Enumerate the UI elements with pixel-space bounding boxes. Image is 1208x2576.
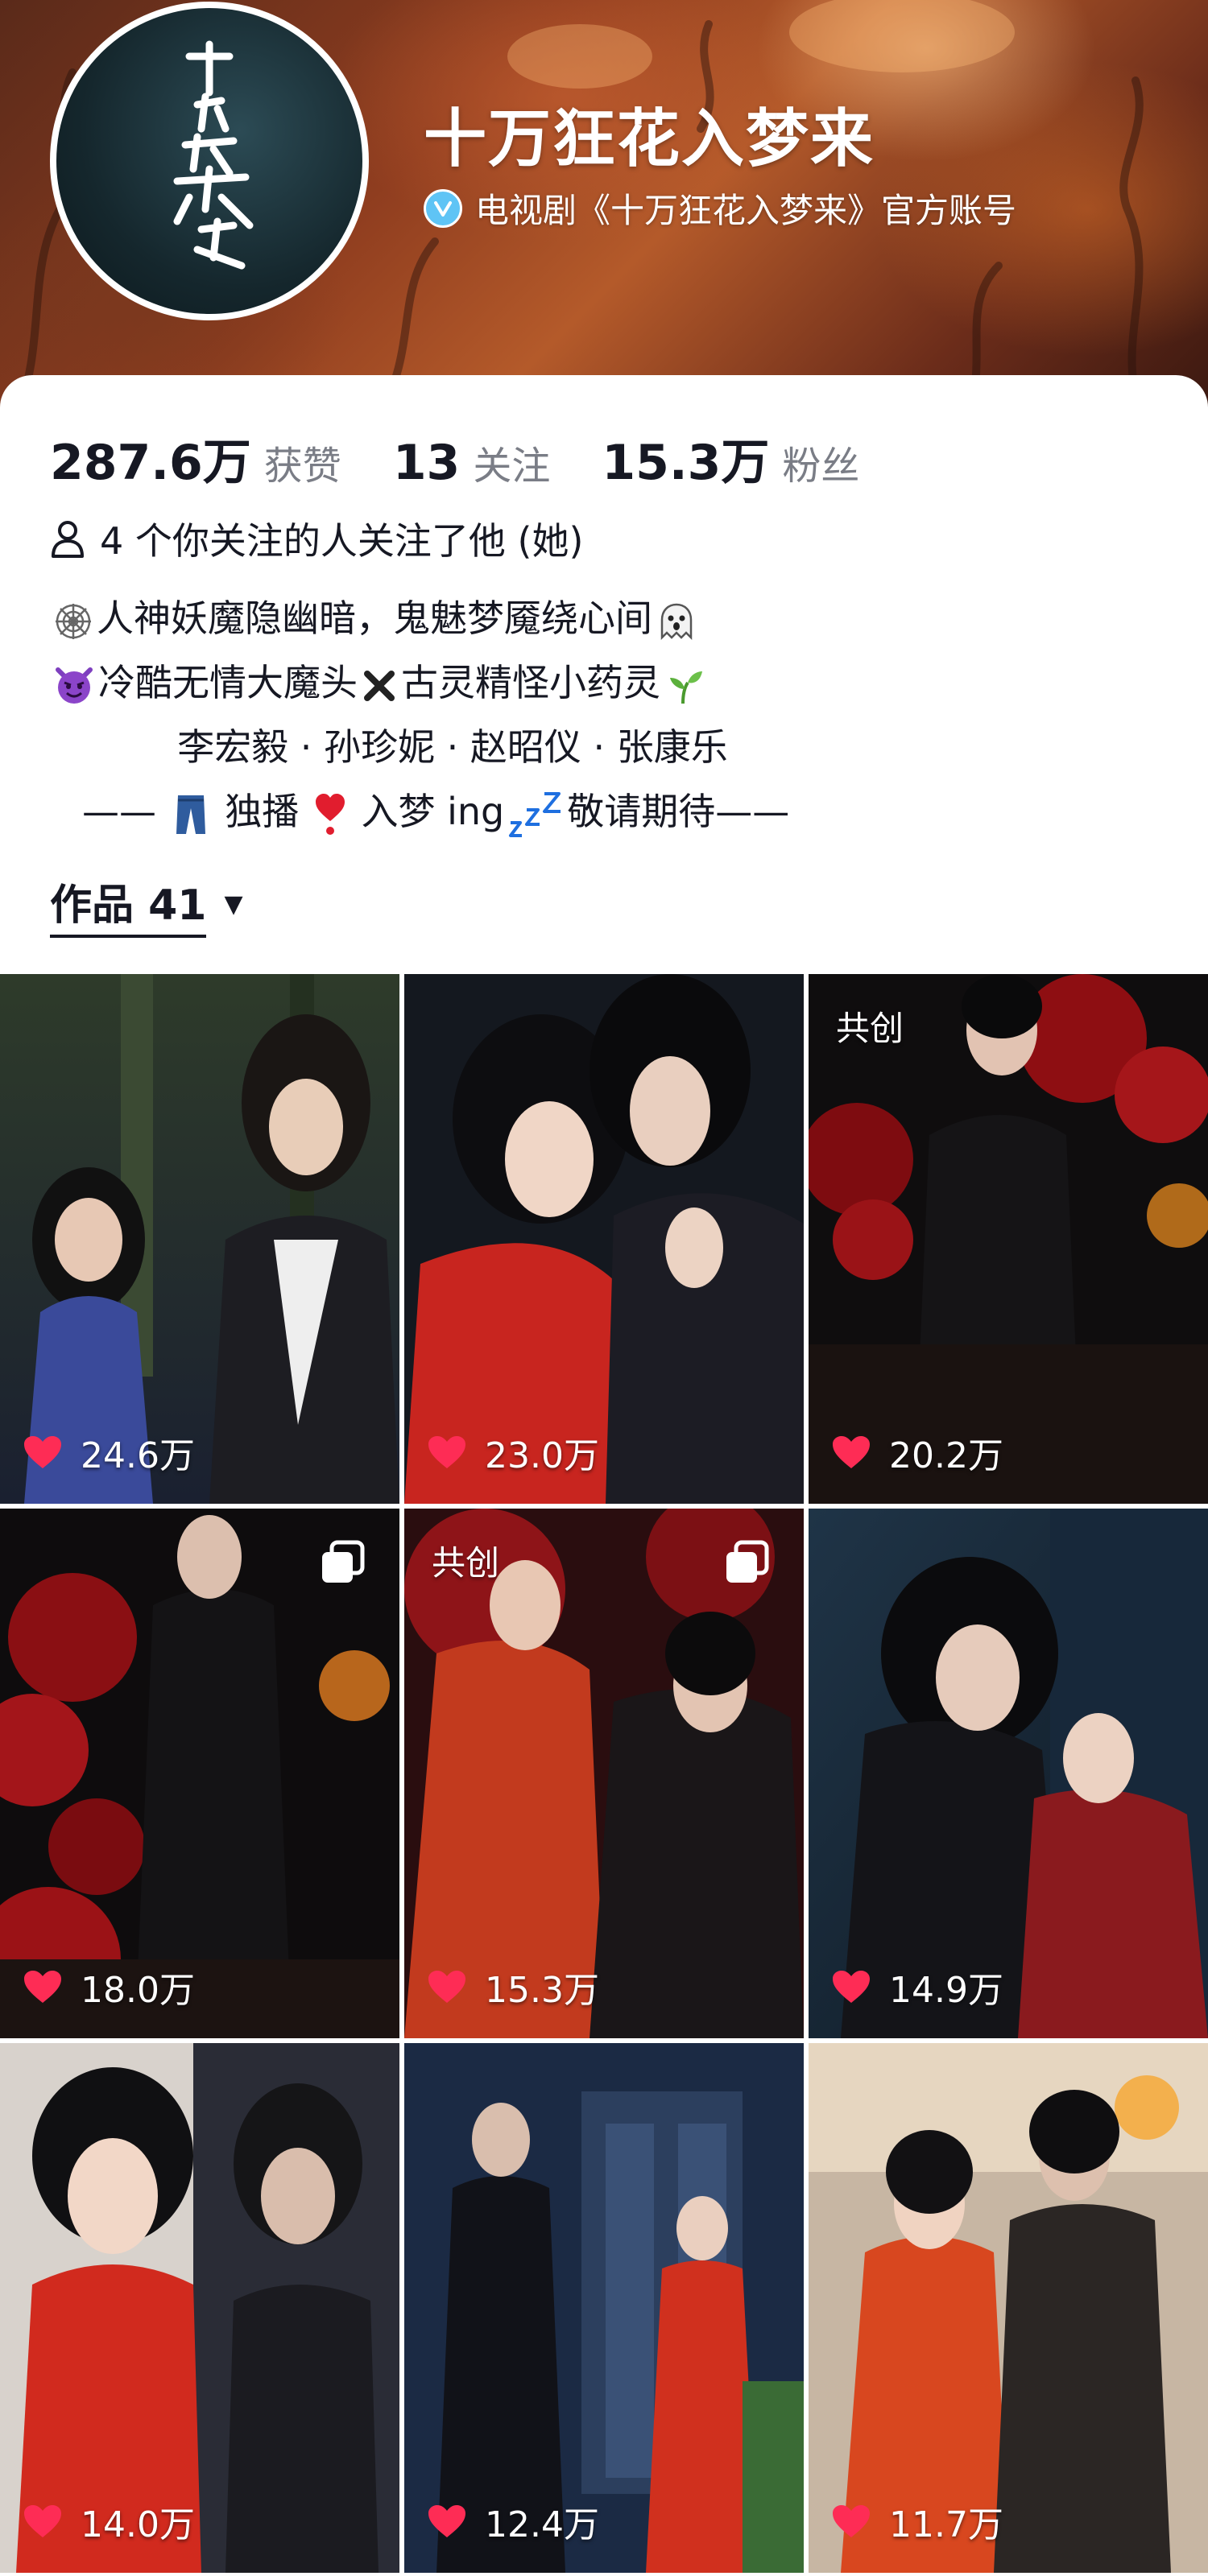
- following-label[interactable]: 关注: [473, 434, 550, 490]
- heart-icon: [428, 1436, 465, 1468]
- like-count: 12.4万: [427, 2496, 599, 2547]
- video-tile[interactable]: 14.0万: [0, 2043, 399, 2573]
- following-count[interactable]: 13: [393, 435, 461, 491]
- heart-icon: [428, 1971, 465, 2003]
- avatar[interactable]: [50, 2, 369, 320]
- video-thumbnail: [404, 2043, 804, 2573]
- like-count-text: 24.6万: [81, 1435, 195, 1476]
- co-create-tag: 共创: [432, 1543, 500, 1583]
- like-count-text: 20.2万: [889, 1435, 1003, 1476]
- verification-row: 电视剧《十万狂花入梦来》官方账号: [424, 184, 1016, 233]
- video-thumbnail: [809, 1509, 1208, 2038]
- video-tile[interactable]: 18.0万: [0, 1509, 399, 2038]
- heart-icon: [24, 2505, 61, 2537]
- spider-web-icon: [56, 603, 91, 639]
- bio-line-2a-text: 冷酷无情大魔头: [98, 661, 358, 704]
- co-create-tag: 共创: [836, 1009, 904, 1048]
- likes-count: 287.6万: [50, 435, 251, 491]
- video-thumbnail: [809, 974, 1208, 1504]
- like-count: 24.6万: [23, 1426, 195, 1478]
- like-count-text: 15.3万: [485, 1970, 599, 2011]
- multi-image-icon: [726, 1540, 769, 1583]
- account-name: 十万狂花入梦来: [424, 103, 875, 175]
- like-count: 23.0万: [427, 1426, 599, 1478]
- ghost-icon: [660, 603, 693, 640]
- multi-image-icon: [322, 1540, 365, 1583]
- like-count: 14.0万: [23, 2496, 195, 2547]
- mutual-follow-row[interactable]: 4 个你关注的人关注了他 (她): [50, 512, 583, 565]
- video-thumbnail: [0, 1509, 399, 2038]
- bio-line-2b-text: 古灵精怪小药灵: [401, 661, 660, 704]
- video-thumbnail: [809, 2043, 1208, 2573]
- like-count: 15.3万: [427, 1961, 599, 2013]
- like-count: 11.7万: [831, 2496, 1003, 2547]
- bio-line-4a-text: ——: [82, 790, 156, 833]
- like-count-text: 14.9万: [889, 1970, 1003, 2011]
- heart-icon: [24, 1436, 61, 1468]
- likes-label: 获赞: [263, 444, 341, 489]
- mutual-follow-text: 4 个你关注的人关注了他 (她): [100, 519, 584, 563]
- followers-label[interactable]: 粉丝: [782, 434, 859, 490]
- bio: 人神妖魔隐幽暗，鬼魅梦魇绕心间 冷酷无情大魔头 古灵精怪小药灵 李宏毅 · 孙珍…: [50, 586, 936, 844]
- bio-line-4d-text: 敬请期待——: [567, 790, 790, 833]
- like-count-text: 11.7万: [889, 2504, 1003, 2545]
- bio-line-4: —— 独播 入梦 ing 敬请期待——: [50, 779, 936, 844]
- devil-icon: [56, 667, 93, 704]
- heart-icon: [833, 1971, 870, 2003]
- like-count-text: 12.4万: [485, 2504, 599, 2545]
- video-thumbnail: [404, 974, 804, 1504]
- video-tile[interactable]: 24.6万: [0, 974, 399, 1504]
- person-icon: [52, 521, 84, 558]
- like-count: 20.2万: [831, 1426, 1003, 1478]
- like-count: 18.0万: [23, 1961, 195, 2013]
- video-thumbnail: [0, 2043, 399, 2573]
- profile-info-card: 287.6万 获赞 13 关注 15.3万 粉丝 4 个你关注的人关注了他 (她…: [0, 375, 1208, 987]
- like-count: 14.9万: [831, 1961, 1003, 2013]
- avatar-calligraphy: [56, 8, 362, 314]
- seedling-icon: [670, 671, 702, 704]
- video-tile[interactable]: 共创 20.2万: [809, 974, 1208, 1504]
- profile-page: 十万狂花入梦来 电视剧《十万狂花入梦来》官方账号 287.6万 获赞 13 关注…: [0, 0, 1208, 2576]
- heart-icon: [833, 2505, 870, 2537]
- profile-banner: 十万狂花入梦来 电视剧《十万狂花入梦来》官方账号: [0, 0, 1208, 419]
- sleeping-z-icon: [509, 791, 561, 837]
- jeans-icon: [176, 795, 205, 834]
- bio-line-4b-text: 独播: [225, 790, 300, 833]
- followers-count[interactable]: 15.3万: [602, 423, 769, 493]
- heart-icon: [24, 1971, 61, 2003]
- video-tile[interactable]: 14.9万: [809, 1509, 1208, 2038]
- cross-icon: [364, 670, 395, 701]
- video-tile[interactable]: 12.4万: [404, 2043, 804, 2573]
- works-tab[interactable]: 作品 41 ▼: [50, 871, 243, 938]
- bio-line-1: 人神妖魔隐幽暗，鬼魅梦魇绕心间: [50, 586, 936, 650]
- bio-line-2: 冷酷无情大魔头 古灵精怪小药灵: [50, 650, 936, 715]
- works-tab-label: 作品 41: [50, 871, 207, 938]
- verification-text: 电视剧《十万狂花入梦来》官方账号: [475, 191, 1017, 230]
- video-thumbnail: [404, 1509, 804, 2038]
- video-thumbnail: [0, 974, 399, 1504]
- verified-icon: [424, 188, 462, 228]
- bio-line-1-text: 人神妖魔隐幽暗，鬼魅梦魇绕心间: [97, 597, 652, 640]
- heart-icon: [833, 1436, 870, 1468]
- like-count-text: 18.0万: [81, 1970, 195, 2011]
- video-tile[interactable]: 11.7万: [809, 2043, 1208, 2573]
- like-count-text: 14.0万: [81, 2504, 195, 2545]
- video-tile[interactable]: 23.0万: [404, 974, 804, 1504]
- heart-icon: [428, 2505, 465, 2537]
- caret-down-icon[interactable]: ▼: [224, 890, 242, 919]
- stats-row: 287.6万 获赞 13 关注 15.3万 粉丝: [50, 423, 911, 493]
- video-tile[interactable]: 共创 15.3万: [404, 1509, 804, 2038]
- like-count-text: 23.0万: [485, 1435, 599, 1476]
- bio-line-3: 李宏毅 · 孙珍妮 · 赵昭仪 · 张康乐: [177, 725, 728, 769]
- bio-line-4c-text: 入梦 ing: [361, 790, 505, 833]
- heart-exclamation-icon: [315, 793, 345, 835]
